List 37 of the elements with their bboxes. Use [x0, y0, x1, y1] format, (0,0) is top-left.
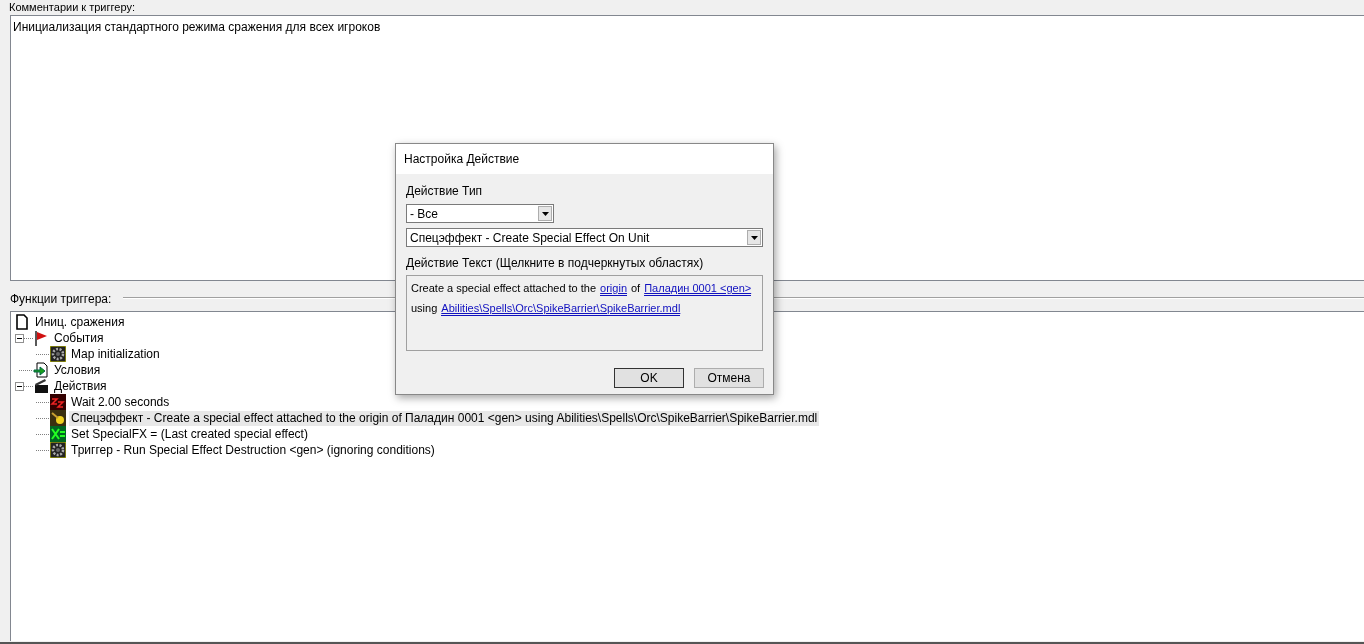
x-equals-icon [50, 426, 66, 442]
section-label: Комментарии к триггеру: [9, 0, 136, 14]
sleep-icon [50, 394, 66, 410]
glow-icon [50, 410, 66, 426]
dialog-title: Настройка Действие [396, 144, 773, 174]
section-label: Функции триггера: [8, 292, 114, 306]
tree-item[interactable]: Условия [52, 362, 103, 378]
field-label: Действие Текст (Щелкните в подчеркнутых областях) [406, 255, 705, 271]
action-text: of [631, 281, 641, 296]
expander-box[interactable] [15, 381, 24, 391]
action-text: using [411, 301, 438, 316]
expander-box[interactable] [15, 333, 24, 343]
parameter-link[interactable]: Abilities\Spells\Orc\SpikeBarrier\SpikeBarrier.mdl [441, 301, 681, 316]
tree-item[interactable]: Триггер - Run Special Effect Destruction <gen> (ignoring conditions) [69, 442, 437, 458]
tree-item[interactable]: Set SpecialFX = (Last created special effect) [69, 426, 310, 442]
document-arrow-icon [33, 362, 49, 378]
tree-item[interactable]: Действия [52, 378, 109, 394]
caret-icon [750, 235, 758, 240]
tree-item[interactable]: Иниц. сражения [33, 314, 127, 330]
parameter-link[interactable]: origin [600, 281, 627, 296]
gear-icon [50, 346, 66, 362]
tree-item[interactable]: События [52, 330, 106, 346]
tree-item[interactable]: Wait 2.00 seconds [69, 394, 172, 410]
cancel-button[interactable]: Отмена [694, 368, 764, 388]
ok-button[interactable]: OK [614, 368, 684, 388]
document-icon [14, 314, 30, 330]
clapperboard-icon [33, 378, 49, 394]
action-text: Create a special effect attached to the [411, 281, 597, 296]
caret-icon [541, 211, 549, 216]
action-dropdown[interactable]: Спецэффект - Create Special Effect On Unit [406, 228, 763, 247]
category-dropdown[interactable]: - Все [406, 204, 554, 223]
parameter-link[interactable]: Паладин 0001 <gen> [644, 281, 752, 296]
tree-item[interactable]: Map initialization [69, 346, 162, 362]
flag-icon [33, 330, 49, 346]
gear-icon [50, 442, 66, 458]
field-label: Действие Тип [406, 183, 484, 199]
tree-item[interactable]: Спецэффект - Create a special effect attached to the origin of Паладин 0001 <gen> using Abilities\Spells\Orc\SpikeBarrier\SpikeBarrier.mdl [69, 410, 820, 426]
